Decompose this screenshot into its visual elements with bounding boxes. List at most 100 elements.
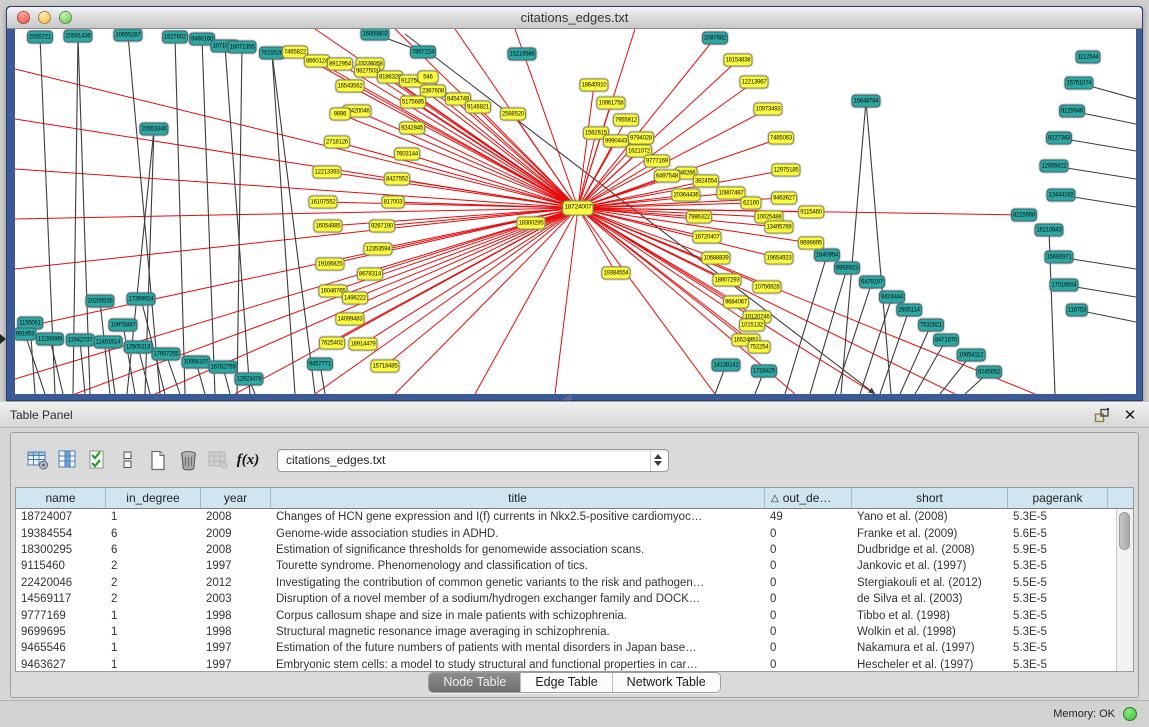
graph-node[interactable]: 11451914 [94,336,123,349]
split-pane-grip[interactable] [563,395,573,402]
column-header-outde[interactable]: △out_de… [765,488,852,508]
close-panel-icon[interactable]: ✕ [1121,407,1139,423]
graph-node[interactable]: 17957255 [151,348,180,361]
graph-node[interactable]: 9474444 [879,291,905,304]
graph-node[interactable]: 19654923 [764,252,793,265]
graph-node[interactable]: 9794028 [628,132,654,145]
table-row[interactable]: 946554611997Estimation of the future num… [16,640,1133,656]
graph-node[interactable]: 8215958 [1011,209,1037,222]
select-all-icon[interactable] [83,445,113,475]
network-canvas[interactable]: 1872400720557212059143610655287152760294… [15,29,1136,394]
graph-node[interactable]: 62160 [741,197,762,210]
graph-node[interactable]: 18300295 [516,217,545,230]
graph-node[interactable]: 18807293 [712,274,741,287]
graph-node[interactable]: 10958107 [181,356,210,369]
graph-node[interactable]: 13495769 [764,221,793,234]
graph-node[interactable]: 18640910 [579,79,608,92]
graph-node[interactable]: 1640954 [814,249,840,262]
graph-node[interactable]: 9699695 [798,237,824,250]
graph-node[interactable]: 20206535 [85,295,114,308]
graph-node[interactable]: 16914479 [348,338,377,351]
graph-node[interactable]: 15751074 [1064,77,1093,90]
graph-node[interactable]: 10973493 [753,103,782,116]
graph-node[interactable]: 1527602 [162,31,188,44]
graph-node[interactable]: 1498222 [342,292,368,305]
graph-node[interactable]: 11156869 [36,333,64,346]
graph-node[interactable]: 9896 [330,108,351,121]
graph-node[interactable]: 16648784 [851,95,880,108]
new-table-icon[interactable] [143,445,173,475]
table-row[interactable]: 1456911722003Disruption of a novel membe… [16,591,1133,607]
graph-node[interactable]: 6479197 [859,276,885,289]
table-row[interactable]: 1872400712008Changes of HCN gene express… [16,509,1133,525]
graph-node[interactable]: 1112544 [1075,51,1100,64]
graph-node[interactable]: 14138141 [711,359,740,372]
column-header-name[interactable]: name [16,488,106,508]
graph-node[interactable]: 16107552 [308,196,337,209]
graph-node[interactable]: 2055721 [27,31,53,44]
table-row[interactable]: 977716911998Corpus callosum shape and si… [16,607,1133,623]
graph-node[interactable]: 16720407 [692,231,721,244]
column-header-indegree[interactable]: in_degree [106,488,201,508]
graph-node[interactable]: 8427552 [384,173,410,186]
graph-node[interactable]: 12095822 [1039,160,1068,173]
minimize-window-button[interactable] [38,11,51,24]
column-header-pagerank[interactable]: pagerank [1008,488,1108,508]
graph-node[interactable]: 12444192 [1046,189,1075,202]
graph-node[interactable]: 1733426 [751,365,777,378]
graph-node[interactable]: 9146821 [465,101,491,114]
graph-node[interactable]: 10961758 [596,97,625,110]
graph-node[interactable]: 991953 [15,328,36,341]
graph-node[interactable]: 8912954 [327,58,353,71]
table-row[interactable]: 2242004622012Investigating the contribut… [16,575,1133,591]
zoom-window-button[interactable] [59,11,72,24]
close-window-button[interactable] [17,11,30,24]
graph-node[interactable]: 3824554 [693,175,719,188]
graph-node[interactable]: 7955812 [613,114,639,127]
graph-node[interactable]: 12213967 [739,76,768,89]
graph-node[interactable]: 2935114 [896,304,922,317]
graph-node[interactable]: 546 [418,71,439,84]
graph-node[interactable]: 8471676 [933,334,959,347]
network-window-titlebar[interactable]: citations_edges.txt [7,7,1142,29]
graph-node[interactable]: 7625402 [319,337,345,350]
graph-node[interactable]: 15218586 [507,48,536,61]
graph-node[interactable]: 9990443 [603,135,629,148]
graph-node[interactable]: 16055803 [360,29,389,41]
graph-node[interactable]: 9245652 [976,366,1002,379]
graph-node[interactable]: 17359924 [126,293,155,306]
graph-node[interactable]: 7485063 [768,132,794,145]
graph-node[interactable]: 9267190 [369,220,395,233]
float-window-icon[interactable] [1093,407,1111,423]
graph-node[interactable]: 12505113 [124,341,153,354]
table-row[interactable]: 911546021997Tourette syndrome. Phenomeno… [16,558,1133,574]
graph-node[interactable]: 14099483 [335,313,364,326]
graph-node[interactable]: 9115460 [798,206,824,219]
graph-node[interactable]: 7532621 [918,319,944,332]
graph-node[interactable]: 11942737 [66,334,95,347]
graph-node[interactable]: 9457771 [307,358,333,371]
graph-node[interactable]: 9684067 [723,296,749,309]
graph-node[interactable]: 8958923 [834,262,860,275]
table-row[interactable]: 1938455462009Genome-wide association stu… [16,525,1133,541]
graph-node[interactable]: 10688839 [701,252,730,265]
table-select-dropdown[interactable]: citations_edges.txt [277,449,669,472]
graph-node[interactable]: 18724007 [562,201,593,216]
graph-node[interactable]: 10655287 [113,29,142,42]
graph-node[interactable]: 9242845 [399,122,425,135]
graph-node[interactable]: 7603144 [394,148,420,161]
delete-table-icon[interactable] [173,445,203,475]
graph-node[interactable]: 16071355 [227,41,256,54]
graph-node[interactable]: 15718485 [370,360,399,373]
graph-node[interactable]: 2087682 [702,32,728,45]
graph-node[interactable]: 19166825 [315,258,344,271]
vertical-scrollbar[interactable] [1116,509,1133,671]
graph-node[interactable]: 7857224 [410,46,436,59]
graph-node[interactable]: 9227343 [1046,132,1072,145]
graph-node[interactable]: 20364436 [671,189,700,202]
graph-node[interactable]: 752254 [748,341,771,354]
tab-edge-table[interactable]: Edge Table [521,673,612,692]
column-header-title[interactable]: title [271,488,765,508]
import-table-icon[interactable] [203,445,233,475]
rows-icon[interactable] [113,445,143,475]
